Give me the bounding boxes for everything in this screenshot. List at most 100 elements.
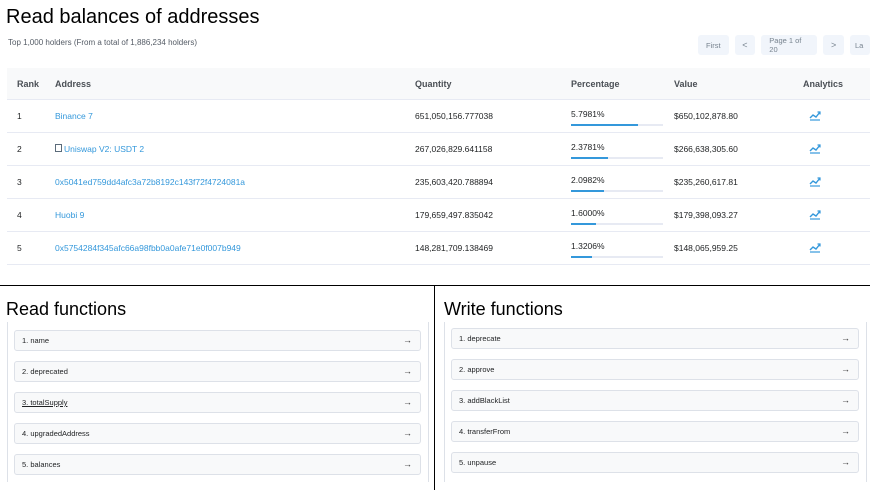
- read-function-2[interactable]: 2. deprecated →: [14, 361, 421, 382]
- function-label: 1. name: [22, 336, 50, 345]
- percentage-text: 2.0982%: [571, 175, 605, 185]
- write-function-4[interactable]: 4. transferFrom →: [451, 421, 859, 442]
- arrow-right-icon: →: [841, 457, 850, 467]
- address-text: Huobi 9: [55, 210, 85, 220]
- percentage-cell: 1.6000%: [571, 199, 663, 231]
- arrow-right-icon: →: [841, 395, 850, 405]
- quantity-cell: 651,050,156.777038: [415, 111, 493, 121]
- analytics-chart-icon[interactable]: [809, 110, 821, 121]
- function-label: 4. transferFrom: [459, 427, 511, 436]
- panel-divider: [434, 285, 435, 490]
- write-functions-title: Write functions: [444, 299, 563, 319]
- arrow-right-icon: →: [841, 333, 850, 343]
- section-divider: [0, 285, 870, 286]
- arrow-right-icon: →: [403, 428, 412, 438]
- value-cell: $266,638,305.60: [674, 144, 738, 154]
- rank-cell: 2: [17, 144, 22, 154]
- address-link[interactable]: Uniswap V2: USDT 2: [55, 133, 144, 165]
- write-function-2[interactable]: 2. approve →: [451, 359, 859, 380]
- read-functions-title: Read functions: [6, 299, 127, 319]
- write-function-1[interactable]: 1. deprecate →: [451, 328, 859, 349]
- analytics-chart-icon[interactable]: [809, 209, 821, 220]
- header-address: Address: [55, 78, 92, 89]
- read-panel-border: [7, 322, 8, 482]
- percentage-cell: 2.0982%: [571, 166, 663, 198]
- prev-page-button[interactable]: <: [734, 35, 756, 55]
- rank-cell: 1: [17, 111, 22, 121]
- address-link[interactable]: Huobi 9: [55, 199, 84, 231]
- value-cell: $179,398,093.27: [674, 210, 738, 220]
- write-function-5[interactable]: 5. unpause →: [451, 452, 859, 473]
- percentage-text: 1.6000%: [571, 208, 605, 218]
- function-label: 4. upgradedAddress: [22, 429, 90, 438]
- table-row: 1 Binance 7 651,050,156.777038 5.7981% $650,…: [7, 100, 870, 133]
- pagination: First < Page 1 of 20 > La: [698, 35, 870, 55]
- analytics-chart-icon[interactable]: [809, 242, 821, 253]
- address-link[interactable]: 0x5754284f345afc66a98fbb0a0afe71e0f007b9…: [55, 232, 241, 264]
- address-link[interactable]: Binance 7: [55, 100, 93, 132]
- page-indicator: Page 1 of 20: [761, 35, 818, 55]
- write-panel-border-right: [866, 322, 867, 482]
- function-label: 5. unpause: [459, 458, 497, 467]
- table-row: 3 0x5041ed759dd4afc3a72b8192c143f72f47240…: [7, 166, 870, 199]
- percentage-bar-fill: [571, 256, 593, 258]
- last-page-button[interactable]: La: [849, 35, 870, 55]
- holders-summary: Top 1,000 holders (From a total of 1,886…: [8, 38, 197, 47]
- first-page-button[interactable]: First: [698, 35, 729, 55]
- write-panel-border: [444, 322, 445, 482]
- next-page-button[interactable]: >: [823, 35, 844, 55]
- rank-cell: 5: [17, 243, 22, 253]
- address-text: 0x5041ed759dd4afc3a72b8192c143f72f472408…: [55, 177, 246, 187]
- percentage-text: 2.3781%: [571, 142, 605, 152]
- read-function-1[interactable]: 1. name →: [14, 330, 421, 351]
- address-text: Uniswap V2: USDT 2: [64, 144, 145, 154]
- table-header: Rank Address Quantity Percentage Value A…: [7, 68, 870, 100]
- percentage-text: 5.7981%: [571, 109, 605, 119]
- arrow-right-icon: →: [403, 366, 412, 376]
- header-percentage: Percentage: [571, 78, 620, 89]
- read-function-4[interactable]: 4. upgradedAddress →: [14, 423, 421, 444]
- percentage-bar-fill: [571, 190, 605, 192]
- header-value: Value: [674, 78, 698, 89]
- function-label: 3. addBlackList: [459, 396, 510, 405]
- percentage-cell: 2.3781%: [571, 133, 663, 165]
- header-rank: Rank: [17, 78, 40, 89]
- address-link[interactable]: 0x5041ed759dd4afc3a72b8192c143f72f472408…: [55, 166, 245, 198]
- percentage-bar: [571, 223, 663, 225]
- write-function-3[interactable]: 3. addBlackList →: [451, 390, 859, 411]
- function-label: 2. deprecated: [22, 367, 68, 376]
- document-icon: [55, 144, 62, 152]
- address-text: Binance 7: [55, 111, 93, 121]
- table-row: 5 0x5754284f345afc66a98fbb0a0afe71e0f007b…: [7, 232, 870, 265]
- header-quantity: Quantity: [415, 78, 452, 89]
- percentage-bar: [571, 256, 663, 258]
- percentage-bar-fill: [571, 124, 638, 126]
- address-text: 0x5754284f345afc66a98fbb0a0afe71e0f007b9…: [55, 243, 241, 253]
- analytics-chart-icon[interactable]: [809, 143, 821, 154]
- arrow-right-icon: →: [403, 335, 412, 345]
- percentage-cell: 5.7981%: [571, 100, 663, 132]
- value-cell: $148,065,959.25: [674, 243, 738, 253]
- value-cell: $650,102,878.80: [674, 111, 738, 121]
- quantity-cell: 179,659,497.835042: [415, 210, 493, 220]
- percentage-bar: [571, 157, 663, 159]
- percentage-text: 1.3206%: [571, 241, 605, 251]
- value-cell: $235,260,617.81: [674, 177, 738, 187]
- percentage-bar: [571, 124, 663, 126]
- percentage-bar-fill: [571, 157, 608, 159]
- read-function-5[interactable]: 5. balances →: [14, 454, 421, 475]
- rank-cell: 4: [17, 210, 22, 220]
- function-label: 2. approve: [459, 365, 495, 374]
- percentage-bar-fill: [571, 223, 596, 225]
- quantity-cell: 267,026,829.641158: [415, 144, 493, 154]
- table-row: 2 Uniswap V2: USDT 2 267,026,829.641158 2.3…: [7, 133, 870, 166]
- header-analytics: Analytics: [803, 78, 844, 89]
- holders-table: Rank Address Quantity Percentage Value A…: [7, 68, 870, 265]
- percentage-cell: 1.3206%: [571, 232, 663, 264]
- analytics-chart-icon[interactable]: [809, 176, 821, 187]
- arrow-right-icon: →: [403, 459, 412, 469]
- read-function-3[interactable]: 3. totalSupply →: [14, 392, 421, 413]
- percentage-bar: [571, 190, 663, 192]
- read-panel-border-right: [428, 322, 429, 482]
- function-label: 3. totalSupply: [22, 398, 68, 407]
